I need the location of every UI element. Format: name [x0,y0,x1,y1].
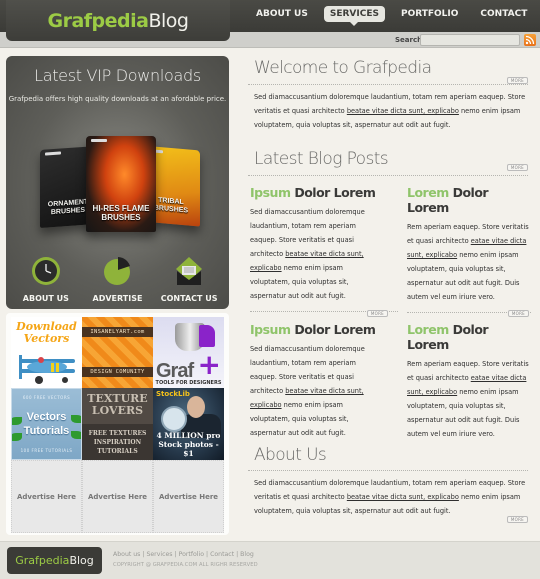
ad-placeholder-3[interactable]: Advertise Here [153,460,224,533]
airplane-icon [19,355,75,384]
logo-part-2: Blog [148,9,189,32]
search-input[interactable] [420,34,520,46]
vip-description: Grafpedia offers high quality downloads … [8,95,227,103]
main-content: Welcome to Grafpedia MORE Sed diamaccusa… [248,56,531,523]
main-nav: ABOUT US SERVICES PORTFOLIO CONTACT BLOG [250,6,540,26]
ad-download-vectors[interactable]: Download Vectors [11,317,82,388]
about-text: Sed diamaccusantium doloremque laudantiu… [254,479,526,515]
ad-placeholder-2[interactable]: Advertise Here [82,460,153,533]
clock-image [161,406,187,432]
blog-post: Lorem Dolor Lorem Rem aperiam eaquep. St… [407,185,531,317]
rss-icon[interactable] [524,34,536,46]
copyright: COPYRIGHT @ GRAFPEDIA.COM ALL RIGHR RESE… [113,562,258,568]
ad-insanelyart[interactable]: INSANELYART.com DESIGN COMUNITY [82,317,153,388]
vip-downloads-panel: Latest VIP Downloads Grafpedia offers hi… [6,56,229,309]
about-more-button[interactable]: MORE [506,516,528,523]
ad-vectors-tutorials[interactable]: 600 FREE VECTORS Vectors Tutorials 100 FR… [11,388,82,460]
footer-link-contact[interactable]: Contact [210,551,234,558]
envelope-icon [176,257,203,285]
post-excerpt: Rem aperiam eaquep. Store veritatis et q… [407,360,529,438]
ad-stocklib[interactable]: StockLib 4 MILLION pro Stock photos - $1 [153,388,224,460]
logo-part-1: Grafpedia [47,9,149,32]
quick-link-about-us[interactable]: ABOUT US [11,256,81,303]
post-excerpt: Rem aperiam eaquep. Store veritatis et q… [407,223,529,301]
vip-quick-links: ABOUT US ADVERTISE CONTACT US [6,256,229,303]
welcome-text: Sed diamaccusantium doloremque laudantiu… [254,93,526,129]
nav-contact[interactable]: CONTACT [474,6,533,22]
welcome-section: Welcome to Grafpedia MORE Sed diamaccusa… [248,56,528,132]
nav-services[interactable]: SERVICES [323,6,385,26]
logo[interactable]: GrafpediaBlog [6,0,230,41]
ad-graf-plus[interactable]: Graf + TOOLS FOR DESIGNERS [153,317,224,388]
pie-chart-icon [104,257,131,285]
quick-link-advertise-label: ADVERTISE [92,294,143,303]
ads-panel: Download Vectors INSANELYART.com DESIGN C… [6,313,229,535]
post-excerpt: Sed diamaccusantium doloremque laudantiu… [250,345,365,437]
post-more-button[interactable]: MORE [366,310,388,317]
about-section: About Us Sed diamaccusantium doloremque … [248,442,528,523]
footer: Grafpedia Blog About us | Services | Port… [0,541,540,579]
ad-placeholder-1[interactable]: Advertise Here [11,460,82,533]
product-flame-brushes[interactable]: HI-RES FLAME BRUSHES [86,136,156,232]
quick-link-contact-us-label: CONTACT US [160,294,218,303]
welcome-link[interactable]: beatae vitae dicta sunt, explicabo [347,107,459,115]
quick-link-about-us-label: ABOUT US [22,294,69,303]
post-title[interactable]: Lorem Dolor Lorem [407,185,531,215]
footer-logo[interactable]: Grafpedia Blog [7,547,102,574]
footer-link-blog[interactable]: Blog [240,551,254,558]
vip-title: Latest VIP Downloads [34,66,201,85]
ad-texture-lovers[interactable]: TEXTURE LOVERS FREE TEXTURES INSPIRATION TU… [82,388,153,460]
about-title: About Us [254,445,327,465]
blog-post: Ipsum Dolor Lorem Sed diamaccusantium do… [250,185,398,317]
welcome-more-button[interactable]: MORE [506,77,528,84]
welcome-title: Welcome to Grafpedia [254,58,432,78]
footer-link-portfolio[interactable]: Portfolio [179,551,204,558]
search-label: Search [395,36,423,44]
nav-about-us[interactable]: ABOUT US [250,6,314,22]
post-excerpt: Sed diamaccusantium doloremque laudantiu… [250,208,365,300]
product-boxes: ORNAMENT BRUSHES TRIBAL BRUSHES HI-RES FLA… [34,136,204,246]
post-title[interactable]: Ipsum Dolor Lorem [250,185,380,200]
latest-posts-section: Latest Blog Posts MORE Ipsum Dolor Lorem… [248,146,531,438]
blog-post: Lorem Dolor Lorem Rem aperiam eaquep. St… [407,322,531,441]
quick-link-contact-us[interactable]: CONTACT US [154,256,224,303]
post-title[interactable]: Lorem Dolor Lorem [407,322,531,352]
post-more-button[interactable]: MORE [507,310,529,317]
blog-post: Ipsum Dolor Lorem Sed diamaccusantium do… [250,322,380,440]
post-title[interactable]: Ipsum Dolor Lorem [250,322,380,337]
quick-link-advertise[interactable]: ADVERTISE [82,256,152,303]
latest-posts-title: Latest Blog Posts [254,149,389,169]
about-link[interactable]: beatae vitae dicta sunt, explicabo [347,493,459,501]
footer-link-about-us[interactable]: About us [113,551,140,558]
clock-icon [31,257,60,285]
footer-links: About us | Services | Portfolio | Contac… [113,551,254,558]
latest-posts-more-button[interactable]: MORE [506,164,528,171]
nav-portfolio[interactable]: PORTFOLIO [395,6,464,22]
footer-link-services[interactable]: Services [146,551,172,558]
